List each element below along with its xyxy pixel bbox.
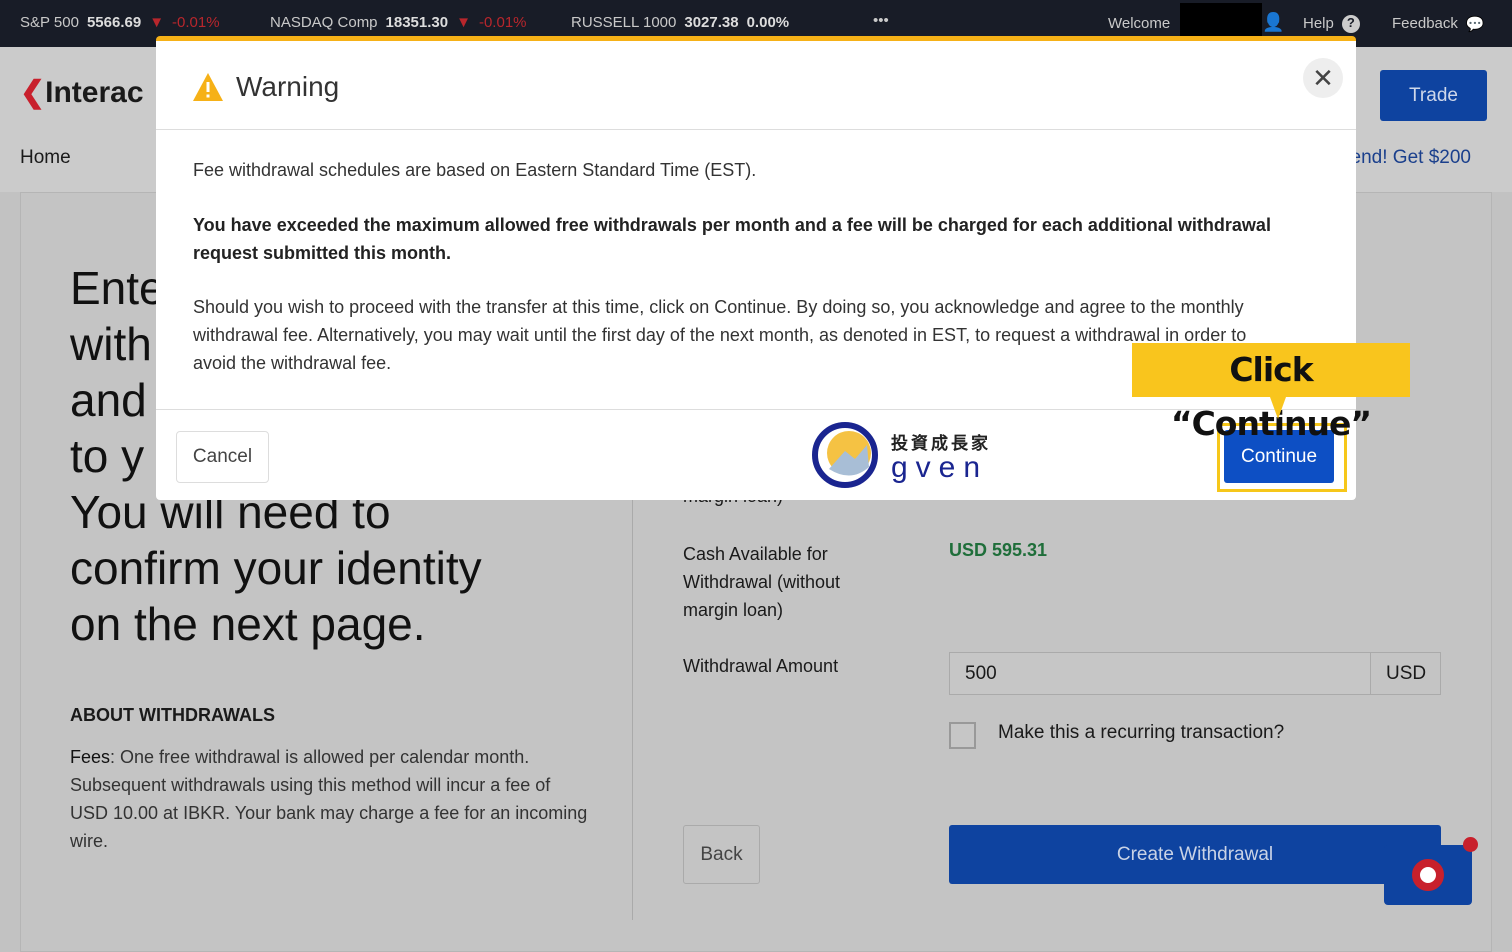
currency-addon: USD — [1370, 652, 1441, 695]
ticker-sp500[interactable]: S&P 500 5566.69 ▼ -0.01% — [20, 14, 220, 31]
trade-button[interactable]: Trade — [1380, 70, 1487, 121]
ticker-name: RUSSELL 1000 — [571, 14, 677, 31]
notification-dot — [1463, 837, 1478, 852]
about-title: ABOUT WITHDRAWALS — [70, 705, 275, 725]
modal-paragraph: Fee withdrawal schedules are based on Ea… — [193, 160, 757, 180]
amount-input[interactable]: 500 — [949, 652, 1371, 695]
welcome-text: Welcome — [1108, 15, 1171, 32]
ticker-value: 5566.69 — [86, 14, 142, 31]
chat-icon — [1412, 859, 1444, 891]
watermark-cn: 投資成長家 — [891, 433, 991, 453]
nav-home[interactable]: Home — [20, 147, 71, 169]
divider — [156, 129, 1356, 130]
warning-icon — [193, 73, 223, 101]
identity-line: on the next page. — [70, 598, 426, 650]
cancel-button[interactable]: Cancel — [176, 431, 269, 483]
callout-arrow-icon — [1270, 397, 1286, 419]
watermark-logo: 投資成長家 GVEN — [811, 421, 991, 489]
ticker-name: S&P 500 — [20, 14, 79, 31]
fees-body: : One free withdrawal is allowed per cal… — [70, 747, 588, 851]
ticker-russell[interactable]: RUSSELL 1000 3027.38 0.00% — [571, 14, 789, 31]
chat-widget-button[interactable] — [1384, 845, 1472, 905]
ticker-change: -0.01% — [172, 14, 220, 31]
down-arrow-icon: ▼ — [456, 14, 471, 31]
modal-paragraph: You have exceeded the maximum allowed fr… — [193, 215, 1271, 263]
amount-label: Withdrawal Amount — [683, 656, 839, 676]
ticker-change: 0.00% — [746, 14, 790, 31]
divider — [632, 500, 633, 920]
help-link[interactable]: Help? — [1303, 15, 1360, 33]
ticker-nasdaq[interactable]: NASDAQ Comp 18351.30 ▼ -0.01% — [270, 14, 527, 31]
close-button[interactable]: ✕ — [1303, 58, 1343, 98]
ticker-change: -0.01% — [478, 14, 527, 31]
more-button[interactable]: ••• — [873, 12, 889, 29]
referral-link[interactable]: riend! Get $200 — [1340, 147, 1471, 169]
cash-available-label: Cash Available for Withdrawal (without m… — [683, 544, 841, 620]
fees-label: Fees — [70, 747, 111, 767]
logo-text: Interac — [45, 76, 144, 109]
feedback-link[interactable]: Feedback 💬 — [1392, 15, 1485, 33]
user-icon[interactable]: 👤 — [1262, 12, 1284, 33]
ticker-value: 3027.38 — [684, 14, 739, 31]
click-continue-callout: Click “Continue” — [1132, 343, 1410, 443]
redacted-username — [1180, 3, 1262, 37]
recurring-label[interactable]: Make this a recurring transaction? — [998, 722, 1284, 744]
modal-paragraph: Should you wish to proceed with the tran… — [193, 297, 1247, 373]
ticker-value: 18351.30 — [385, 14, 449, 31]
back-button[interactable]: Back — [683, 825, 760, 884]
create-withdrawal-button[interactable]: Create Withdrawal — [949, 825, 1441, 884]
watermark-en: GVEN — [891, 450, 989, 484]
modal-title: Warning — [236, 71, 340, 102]
feedback-icon: 💬 — [1465, 16, 1485, 33]
identity-line: confirm your identity — [70, 542, 482, 594]
help-icon: ? — [1341, 15, 1360, 33]
down-arrow-icon: ▼ — [149, 14, 165, 31]
help-label: Help — [1303, 15, 1334, 32]
cash-available-value: USD 595.31 — [949, 540, 1048, 560]
watermark-emblem-icon — [812, 422, 878, 488]
recurring-checkbox[interactable] — [949, 722, 976, 749]
ticker-name: NASDAQ Comp — [270, 14, 378, 31]
fees-text: Fees: One free withdrawal is allowed per… — [70, 743, 590, 855]
feedback-label: Feedback — [1392, 15, 1458, 32]
logo[interactable]: ❮Interac — [20, 75, 144, 110]
